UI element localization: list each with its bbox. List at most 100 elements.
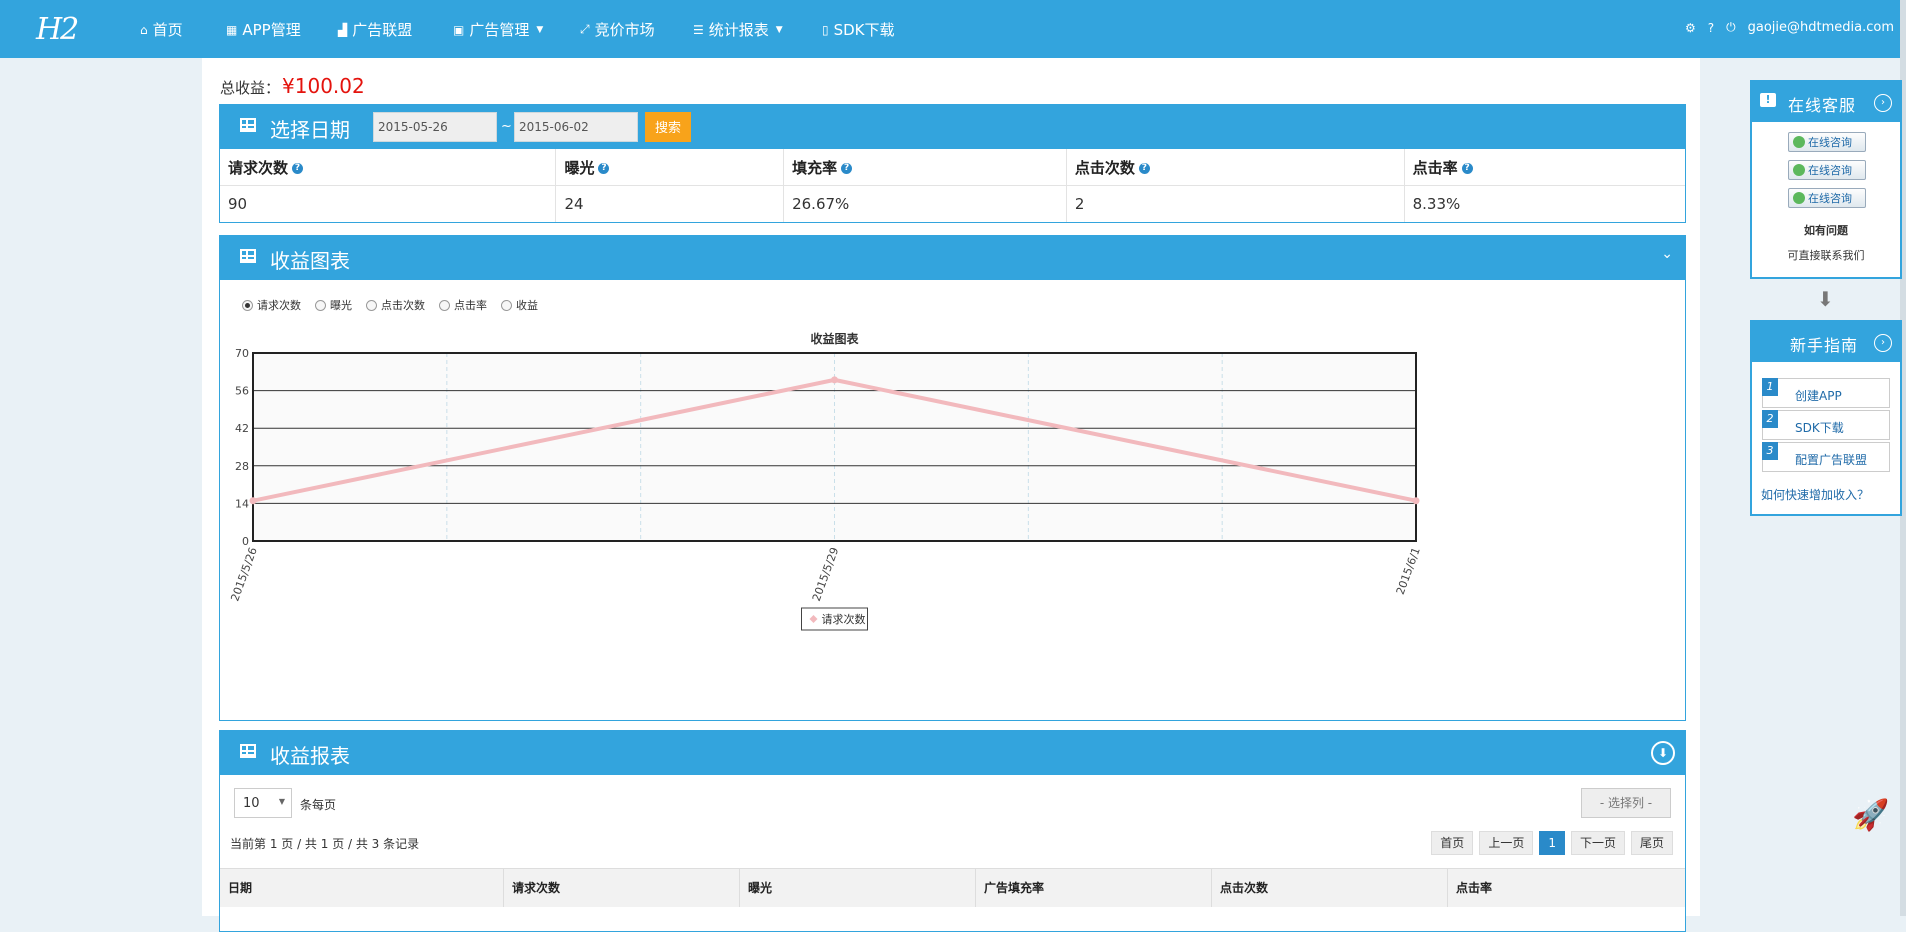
stats-header-row: 请求次数? 曝光? 填充率? 点击次数? 点击率?: [220, 149, 1685, 186]
guide-item-sdk-download[interactable]: 2 SDK下载: [1762, 410, 1890, 440]
arrow-down-icon: ⬇: [1817, 287, 1834, 311]
back-to-top-rocket-icon[interactable]: 🚀: [1852, 798, 1889, 833]
download-icon[interactable]: ⬇: [1651, 741, 1675, 765]
top-navbar: H2 ⌂ 首页 ▦ APP管理 ▟ 广告联盟 ▣ 广告管理 ▼ ⤢ 竞价市场 ☰…: [0, 0, 1906, 58]
guide-header: 新手指南 ›: [1752, 322, 1900, 362]
total-label: 总收益：: [220, 79, 281, 97]
nav-label: 广告联盟: [352, 21, 413, 39]
table-icon: [240, 118, 256, 132]
question-title: 如有问题: [1804, 224, 1848, 237]
nav-label: SDK下载: [833, 21, 895, 39]
y-tick-label: 70: [235, 347, 249, 360]
pager-last[interactable]: 尾页: [1630, 831, 1673, 855]
x-tick-label: 2015/5/26: [228, 546, 260, 603]
column-select[interactable]: - 选择列 -: [1581, 788, 1671, 818]
help-icon[interactable]: ?: [598, 162, 610, 174]
user-email[interactable]: gaojie@hdtmedia.com: [1748, 20, 1894, 35]
y-tick-label: 14: [235, 497, 249, 510]
column-header[interactable]: 日期: [220, 869, 504, 907]
step-number: 2: [1762, 410, 1778, 428]
help-icon[interactable]: ?: [292, 162, 304, 174]
help-icon[interactable]: ?: [841, 162, 853, 174]
start-date-input[interactable]: 2015-05-26: [373, 112, 497, 142]
guide-item-create-app[interactable]: 1 创建APP: [1762, 378, 1890, 408]
chart-title: 收益图表: [810, 331, 859, 346]
guide-label: 配置广告联盟: [1795, 453, 1868, 467]
report-table-header: 日期 请求次数 曝光 广告填充率 点击次数 点击率: [220, 868, 1685, 907]
nav-home[interactable]: ⌂ 首页: [140, 19, 183, 40]
x-tick-label: 2015/5/29: [810, 546, 842, 603]
globe-icon: [1793, 164, 1805, 176]
nav-stats-report[interactable]: ☰ 统计报表 ▼: [693, 19, 783, 40]
stats-header: 请求次数?: [220, 149, 557, 186]
inbox-icon: ▣: [453, 22, 465, 37]
expand-icon: ⤢: [580, 22, 590, 36]
logo[interactable]: H2: [36, 12, 79, 47]
caret-down-icon: ▼: [278, 797, 285, 806]
nav-bid-market[interactable]: ⤢ 竞价市场: [580, 19, 655, 40]
column-header[interactable]: 点击率: [1448, 869, 1685, 907]
power-icon[interactable]: ⏻: [1726, 20, 1736, 35]
consult-button[interactable]: 在线咨询: [1788, 188, 1866, 208]
stat-label: 请求次数: [228, 158, 289, 177]
question-text: 可直接联系我们: [1787, 249, 1865, 262]
guide-link[interactable]: 如何快速增加收入？: [1761, 486, 1869, 503]
search-button[interactable]: 搜索: [645, 112, 691, 142]
beginner-guide-box: 新手指南 › 1 创建APP 2 SDK下载 3 配置广告联盟 如何快速增加收入…: [1750, 320, 1902, 516]
stats-table: 请求次数? 曝光? 填充率? 点击次数? 点击率? 90 24 26.67% 2…: [220, 149, 1685, 222]
globe-icon: [1793, 192, 1805, 204]
panel-title: 收益图表: [270, 249, 350, 273]
stat-value: 8.33%: [1412, 195, 1461, 213]
help-icon[interactable]: ?: [1138, 162, 1150, 174]
per-page-value: 10: [243, 796, 260, 811]
stats-header: 点击率?: [1404, 149, 1685, 186]
pager-next[interactable]: 下一页: [1570, 831, 1625, 855]
y-tick-label: 42: [235, 422, 249, 435]
chevron-right-icon[interactable]: ›: [1874, 94, 1892, 112]
end-date-input[interactable]: 2015-06-02: [514, 112, 638, 142]
total-revenue: 总收益： ¥100.02: [220, 74, 365, 98]
x-tick-label: 2015/6/1: [1394, 546, 1423, 597]
nav-label: 竞价市场: [594, 21, 655, 39]
caret-down-icon: ▼: [775, 24, 783, 35]
per-page-select[interactable]: 10 ▼: [234, 788, 292, 818]
nav-label: 首页: [152, 21, 183, 39]
help-icon[interactable]: ?: [1461, 162, 1473, 174]
pager-current[interactable]: 1: [1539, 831, 1565, 855]
consult-button[interactable]: 在线咨询: [1788, 132, 1866, 152]
nav-sdk-download[interactable]: ▯ SDK下载: [822, 19, 895, 40]
stats-header: 曝光?: [555, 149, 785, 186]
date-separator: ~: [501, 119, 512, 134]
service-title: 在线客服: [1788, 96, 1857, 115]
consult-label: 在线咨询: [1808, 192, 1852, 205]
chat-icon: !: [1760, 93, 1776, 107]
per-page-label: 条每页: [300, 798, 337, 812]
column-header[interactable]: 点击次数: [1212, 869, 1448, 907]
nav-ad-alliance[interactable]: ▟ 广告联盟: [338, 19, 412, 40]
pager-prev[interactable]: 上一页: [1479, 831, 1534, 855]
column-header[interactable]: 曝光: [740, 869, 976, 907]
chevron-right-icon[interactable]: ›: [1874, 334, 1892, 352]
column-header[interactable]: 请求次数: [504, 869, 740, 907]
guide-item-ad-alliance[interactable]: 3 配置广告联盟: [1762, 442, 1890, 472]
nav-app-manage[interactable]: ▦ APP管理: [226, 19, 301, 40]
chevron-down-icon[interactable]: ⌄: [1661, 246, 1673, 262]
stat-value: 90: [220, 185, 557, 222]
total-amount: ¥100.02: [282, 74, 365, 98]
user-tools: ⚙ ? ⏻ gaojie@hdtmedia.com: [1685, 20, 1894, 35]
revenue-chart: 收益图表014284256702015/5/26 2015/5/29 2015/6/…: [228, 331, 1423, 631]
nav-ad-manage[interactable]: ▣ 广告管理 ▼: [453, 19, 543, 40]
gear-icon[interactable]: ⚙: [1685, 21, 1696, 35]
data-point: [249, 497, 257, 505]
pager-first[interactable]: 首页: [1431, 831, 1474, 855]
help-icon[interactable]: ?: [1708, 21, 1714, 35]
consult-button[interactable]: 在线咨询: [1788, 160, 1866, 180]
stats-value-row: 90 24 26.67% 2 8.33%: [220, 185, 1685, 222]
stat-label: 填充率: [792, 158, 838, 177]
y-tick-label: 28: [235, 460, 249, 473]
page-info: 当前第 1 页 / 共 1 页 / 共 3 条记录: [230, 837, 420, 851]
stat-value: 24: [555, 185, 785, 222]
column-header[interactable]: 广告填充率: [976, 869, 1212, 907]
nav-label: 广告管理: [469, 21, 530, 39]
report-panel: 收益报表 ⬇ 10 ▼ 条每页 - 选择列 - 当前第 1 页 / 共 1 页 …: [219, 730, 1686, 932]
